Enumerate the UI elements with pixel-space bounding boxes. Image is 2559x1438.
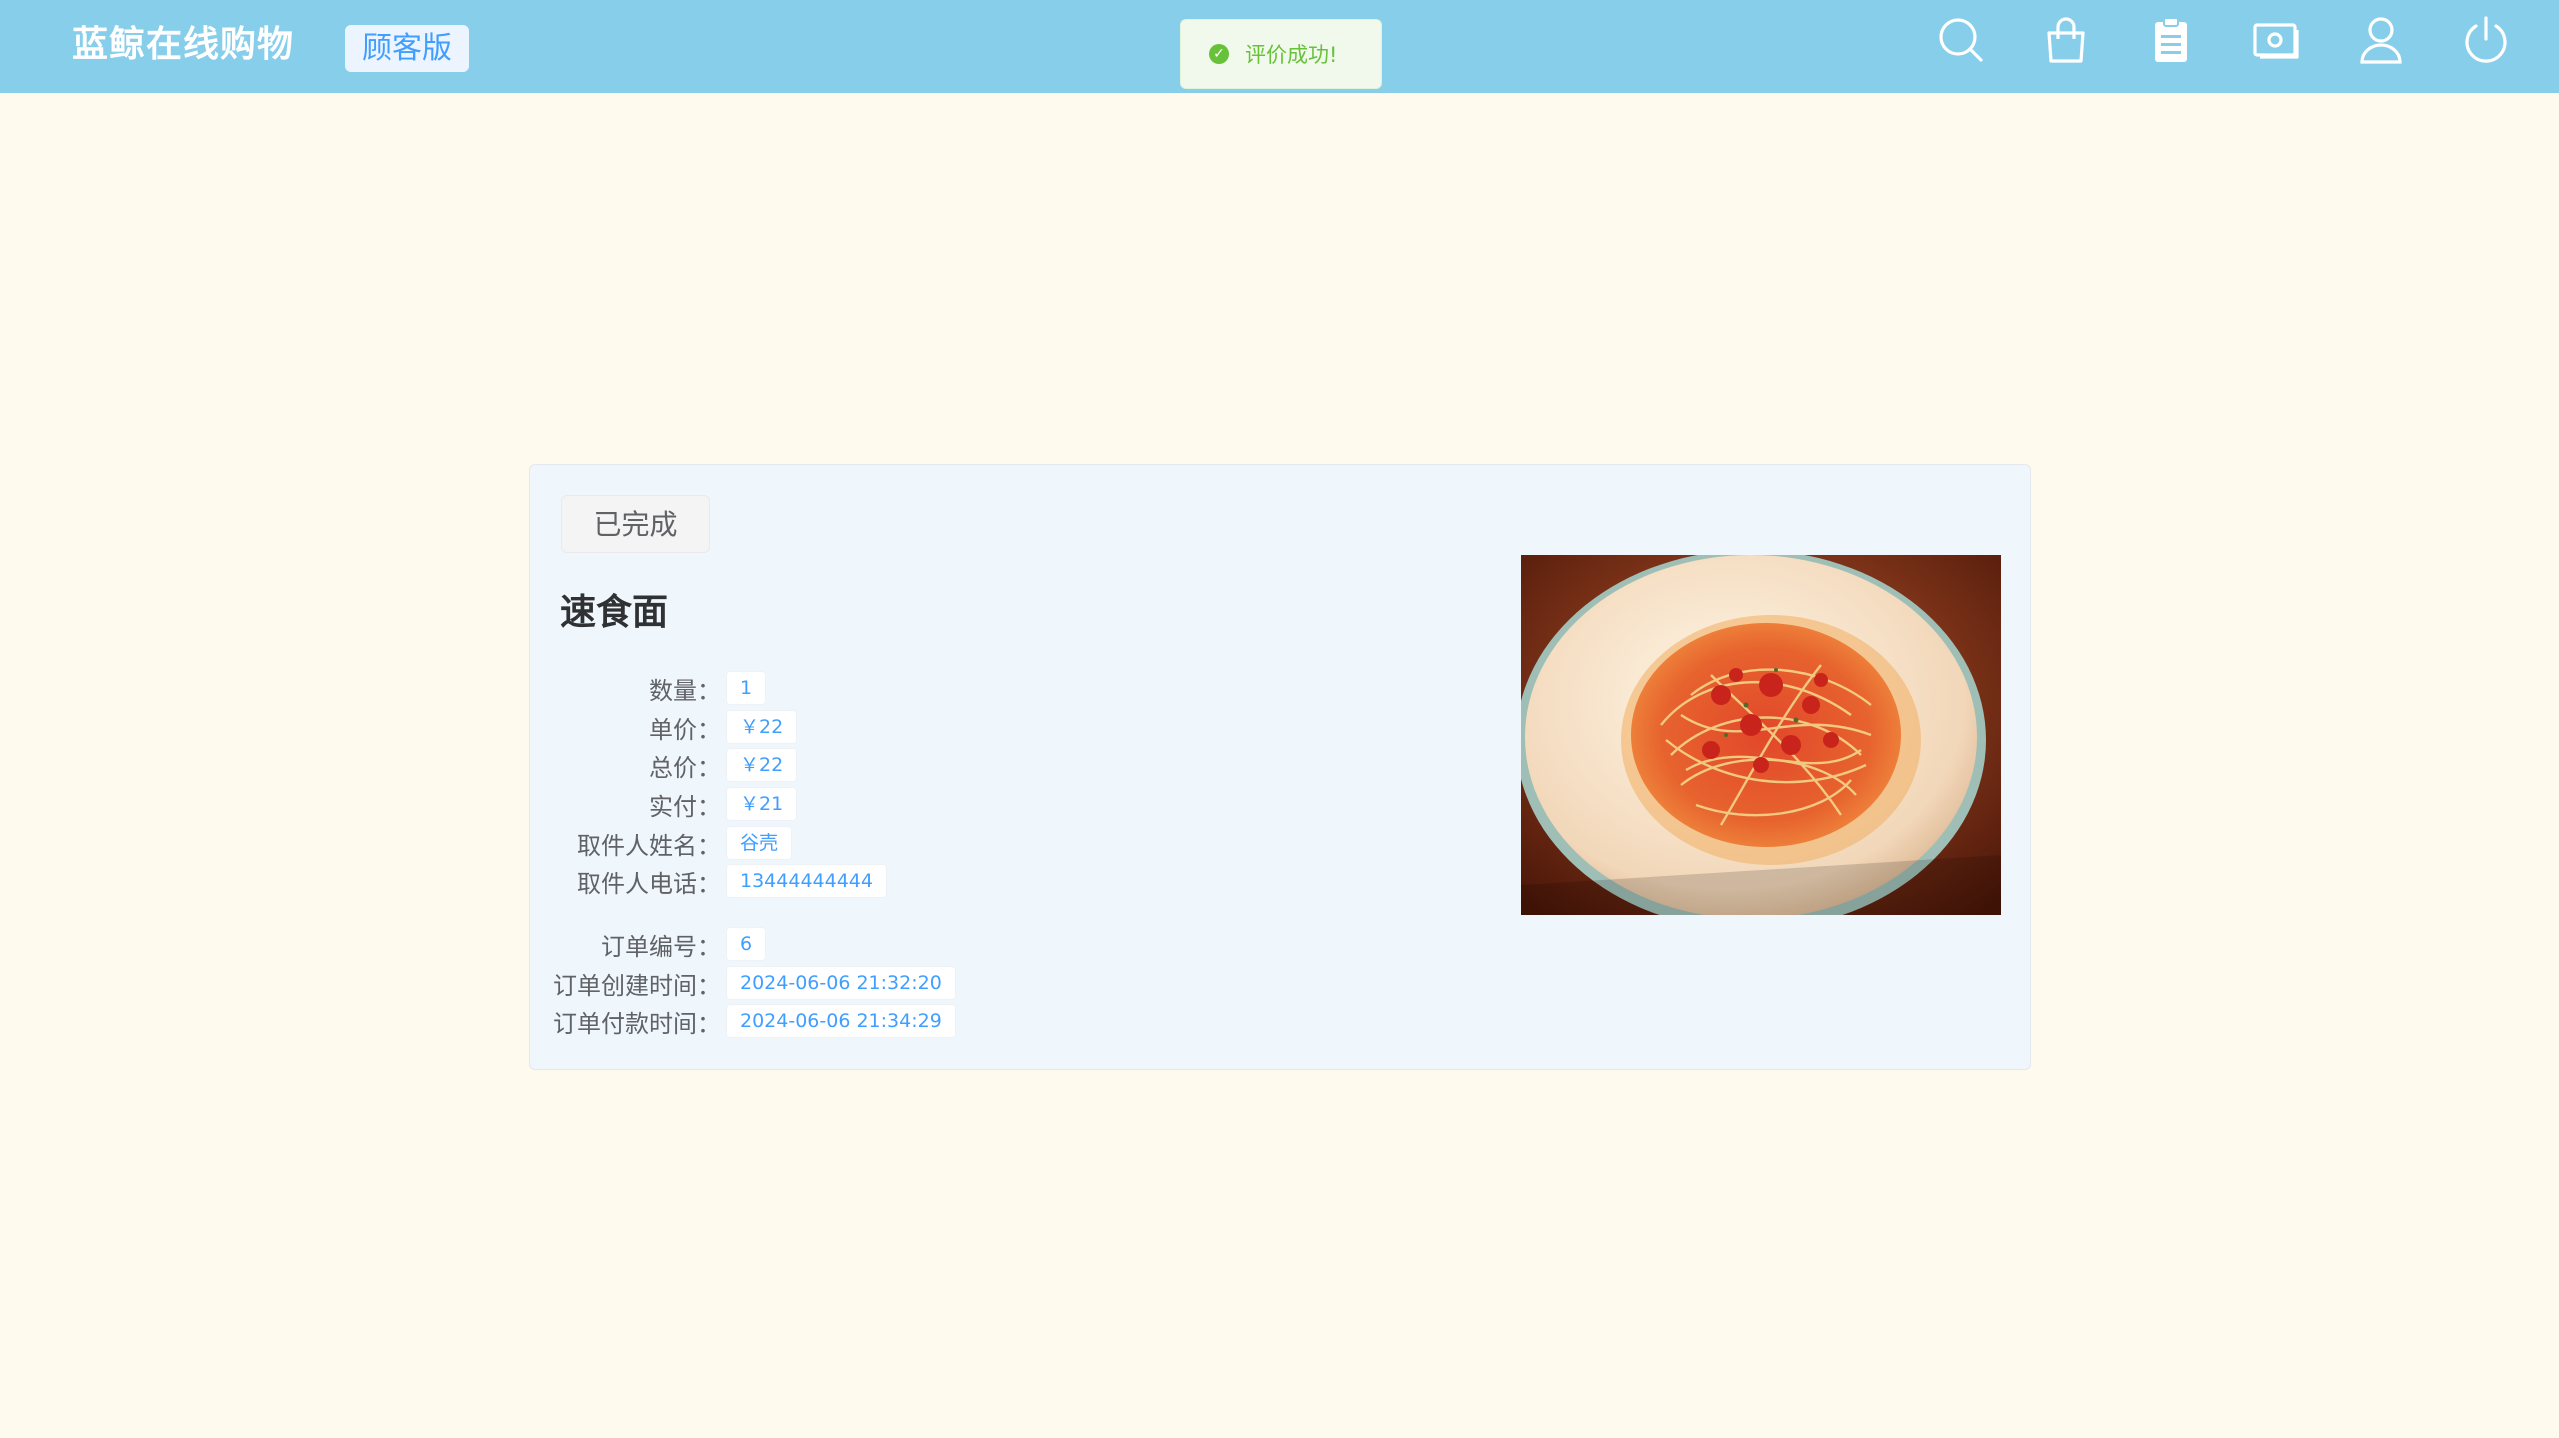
field-value: ￥22 [726,748,798,782]
field-label: 实付： [649,792,721,821]
power-icon[interactable] [2459,13,2513,67]
meta-value: 2024-06-06 21:32:20 [726,966,956,1000]
meta-row-order-id: 订单编号： 6 [530,926,767,962]
edition-badge: 顾客版 [345,25,469,72]
clipboard-icon[interactable] [2144,13,2198,67]
order-status-tag: 已完成 [561,495,710,553]
field-row-recipient-phone: 取件人电话： 13444444444 [530,863,887,899]
field-value: ￥22 [726,710,798,744]
field-label: 取件人姓名： [577,831,721,860]
field-row-unit-price: 单价： ￥22 [530,709,798,745]
meta-label: 订单编号： [601,932,721,961]
field-value: ￥21 [726,787,798,821]
field-label: 总价： [649,753,721,782]
wallet-icon[interactable] [2249,13,2303,67]
field-row-recipient-name: 取件人姓名： 谷壳 [530,825,793,861]
field-row-quantity: 数量： 1 [530,670,767,706]
field-value: 13444444444 [726,864,887,898]
field-value: 1 [726,671,767,705]
top-header: 蓝鲸在线购物 顾客版 ✓ 评价成功! [0,0,2559,93]
user-icon[interactable] [2354,13,2408,67]
product-image [1521,555,2001,915]
order-card: 已完成 速食面 数量： 1 单价： ￥22 总价： ￥22 实付： ￥21 取件… [529,464,2031,1070]
field-row-total-price: 总价： ￥22 [530,747,798,783]
field-label: 取件人电话： [577,869,721,898]
field-value: 谷壳 [726,826,793,860]
meta-row-created-time: 订单创建时间： 2024-06-06 21:32:20 [530,965,956,1001]
toast-message: 评价成功! [1245,43,1338,67]
field-label: 单价： [649,715,721,744]
meta-label: 订单创建时间： [553,971,721,1000]
field-label: 数量： [649,676,721,705]
meta-value: 2024-06-06 21:34:29 [726,1004,956,1038]
field-row-paid: 实付： ￥21 [530,786,798,822]
spaghetti-dish-illustration [1521,555,2001,915]
meta-label: 订单付款时间： [553,1009,721,1038]
product-name: 速食面 [560,592,669,633]
brand-title: 蓝鲸在线购物 [72,24,295,65]
search-icon[interactable] [1934,13,1988,67]
shopping-bag-icon[interactable] [2039,13,2093,67]
check-circle-icon: ✓ [1209,44,1229,64]
meta-row-paid-time: 订单付款时间： 2024-06-06 21:34:29 [530,1003,956,1039]
success-toast: ✓ 评价成功! [1180,19,1382,89]
meta-value: 6 [726,927,767,961]
